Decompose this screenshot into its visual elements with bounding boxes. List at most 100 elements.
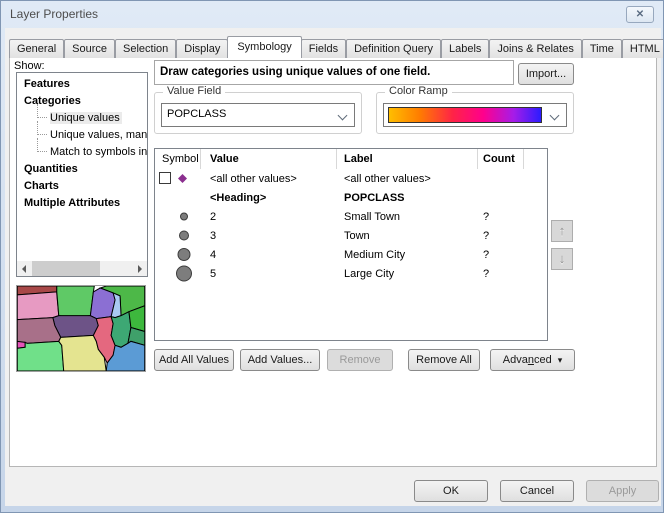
value-field-group: Value Field POPCLASS (154, 92, 362, 134)
tree-elbow-icon (37, 104, 47, 118)
ok-button[interactable]: OK (414, 480, 488, 502)
tab-time[interactable]: Time (582, 39, 622, 58)
import-button[interactable]: Import... (518, 63, 574, 85)
circle-symbol-icon (155, 245, 201, 264)
add-all-values-button[interactable]: Add All Values (154, 349, 234, 371)
label-cell: Small Town (337, 211, 478, 223)
tab-joins-relates[interactable]: Joins & Relates (489, 39, 581, 58)
circle-symbol-icon (155, 207, 201, 226)
symbol-table-header: Symbol Value Label Count (155, 149, 547, 169)
table-row[interactable]: <Heading> POPCLASS (155, 188, 547, 207)
color-ramp-combo[interactable] (383, 103, 567, 127)
show-item-multiple-attributes[interactable]: Multiple Attributes (17, 195, 147, 212)
tab-labels[interactable]: Labels (441, 39, 489, 58)
show-item-match-symbols[interactable]: Match to symbols in a (17, 144, 147, 161)
value-field-value: POPCLASS (167, 108, 226, 120)
count-cell: ? (478, 211, 524, 223)
color-ramp-swatch (388, 107, 542, 123)
tree-elbow-icon (37, 121, 47, 135)
window-title: Layer Properties (10, 7, 98, 21)
table-row[interactable]: 5 Large City ? (155, 264, 547, 283)
all-other-values-checkbox[interactable] (159, 172, 171, 184)
label-cell: <all other values> (337, 173, 478, 185)
count-cell: ? (478, 249, 524, 261)
close-button[interactable]: ✕ (626, 6, 654, 23)
table-row[interactable]: 3 Town ? (155, 226, 547, 245)
tab-bar: General Source Selection Display Symbolo… (9, 36, 664, 58)
remove-all-button[interactable]: Remove All (408, 349, 480, 371)
show-item-features[interactable]: Features (17, 76, 147, 93)
scroll-right-button[interactable] (132, 261, 147, 276)
move-down-button[interactable]: ↓ (551, 248, 573, 270)
label-cell: Medium City (337, 249, 478, 261)
diamond-symbol-icon (178, 174, 187, 183)
advanced-button[interactable]: Advanced▾ (490, 349, 575, 371)
label-cell: POPCLASS (337, 192, 478, 204)
chevron-down-icon (550, 111, 560, 121)
up-arrow-icon: ↑ (559, 223, 566, 238)
map-preview (16, 285, 146, 372)
dialog-body: General Source Selection Display Symbolo… (5, 28, 661, 506)
tab-source[interactable]: Source (64, 39, 115, 58)
scroll-left-button[interactable] (17, 261, 32, 276)
table-row[interactable]: 4 Medium City ? (155, 245, 547, 264)
value-cell: <Heading> (201, 192, 337, 204)
tab-html-popup[interactable]: HTML Popup (622, 39, 664, 58)
cancel-button[interactable]: Cancel (500, 480, 574, 502)
table-row[interactable]: 2 Small Town ? (155, 207, 547, 226)
tab-definition-query[interactable]: Definition Query (346, 39, 441, 58)
value-cell: <all other values> (201, 173, 337, 185)
value-field-combo[interactable]: POPCLASS (161, 103, 355, 127)
map-preview-svg (17, 286, 145, 371)
label-cell: Town (337, 230, 478, 242)
count-cell: ? (478, 268, 524, 280)
column-header-value: Value (201, 149, 337, 169)
column-header-label: Label (337, 149, 478, 169)
map-region (17, 292, 59, 320)
scroll-right-icon (138, 265, 142, 273)
chevron-down-icon (338, 111, 348, 121)
tab-symbology[interactable]: Symbology (227, 36, 301, 58)
show-label: Show: (14, 60, 45, 72)
show-listbox: Features Categories Unique values Unique… (16, 72, 148, 277)
move-up-button[interactable]: ↑ (551, 220, 573, 242)
color-ramp-label: Color Ramp (385, 85, 452, 97)
map-region (17, 318, 60, 344)
color-ramp-group: Color Ramp (376, 92, 574, 134)
add-values-button[interactable]: Add Values... (240, 349, 320, 371)
tree-elbow-icon (37, 138, 47, 152)
map-region (57, 286, 95, 318)
count-cell: ? (478, 230, 524, 242)
show-item-charts[interactable]: Charts (17, 178, 147, 195)
instruction-text: Draw categories using unique values of o… (154, 60, 514, 85)
layer-properties-dialog: Layer Properties ✕ General Source Select… (0, 0, 664, 513)
title-bar[interactable]: Layer Properties ✕ (1, 1, 663, 28)
scrollbar-thumb[interactable] (32, 261, 100, 276)
value-field-label: Value Field (163, 85, 225, 97)
show-item-quantities[interactable]: Quantities (17, 161, 147, 178)
value-cell: 2 (201, 211, 337, 223)
color-ramp-gradient (389, 108, 541, 122)
remove-button[interactable]: Remove (327, 349, 393, 371)
value-cell: 3 (201, 230, 337, 242)
scrollbar-track[interactable] (32, 261, 132, 276)
tab-selection[interactable]: Selection (115, 39, 176, 58)
scroll-left-icon (22, 265, 26, 273)
column-header-count: Count (478, 149, 524, 169)
label-cell: Large City (337, 268, 478, 280)
listbox-hscrollbar[interactable] (17, 261, 147, 276)
tab-fields[interactable]: Fields (301, 39, 346, 58)
tab-general[interactable]: General (9, 39, 64, 58)
column-header-symbol: Symbol (155, 149, 201, 169)
down-arrow-icon: ↓ (559, 251, 566, 266)
table-row[interactable]: <all other values> <all other values> (155, 169, 547, 188)
circle-symbol-icon (155, 226, 201, 245)
apply-button[interactable]: Apply (586, 480, 659, 502)
symbol-table: Symbol Value Label Count <all other valu… (154, 148, 548, 341)
close-icon: ✕ (636, 9, 644, 20)
value-cell: 4 (201, 249, 337, 261)
symbology-tab-page: Show: Features Categories Unique values … (9, 57, 657, 467)
tab-display[interactable]: Display (176, 39, 228, 58)
dropdown-caret-icon: ▾ (558, 355, 563, 365)
circle-symbol-icon (155, 264, 201, 283)
